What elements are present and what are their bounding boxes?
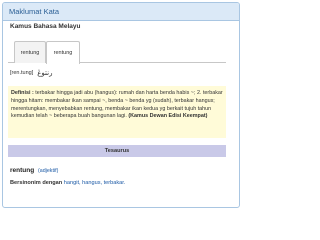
tesaurus-word: rentung (adjektif) xyxy=(10,167,58,174)
entry-jawi: رنتوڠ xyxy=(37,69,53,77)
tesaurus-synonyms: Bersinonim dengan hangit, hangus, terbak… xyxy=(10,180,125,186)
synonym-link[interactable]: hangit, xyxy=(64,180,81,186)
synonym-label: Bersinonim dengan xyxy=(10,180,63,186)
tab-rentung-2[interactable]: rentung xyxy=(46,41,80,64)
tab-rentung-1[interactable]: rentung xyxy=(14,41,46,63)
synonym-link[interactable]: terbakar. xyxy=(104,180,126,186)
definition-box: Definisi : terbakar hingga jadi abu (han… xyxy=(8,86,226,138)
synonym-link[interactable]: hangus, xyxy=(82,180,102,186)
tesaurus-pos[interactable]: (adjektif) xyxy=(38,168,58,174)
tesaurus-header: Tesaurus xyxy=(8,145,226,157)
entry-rumi: [ren.tung] xyxy=(10,70,34,76)
entry-tabs: rentung rentung xyxy=(8,41,226,64)
panel-header: Maklumat Kata xyxy=(3,3,239,21)
entry-pronunciation: [ren.tung] رنتوڠ xyxy=(10,69,52,77)
definition-source: (Kamus Dewan Edisi Keempat) xyxy=(128,113,208,120)
definition-label: Definisi : xyxy=(11,90,34,96)
dictionary-name: Kamus Bahasa Melayu xyxy=(10,23,81,30)
panel-title: Maklumat Kata xyxy=(9,7,60,16)
tesaurus-word-text: rentung xyxy=(10,167,35,174)
